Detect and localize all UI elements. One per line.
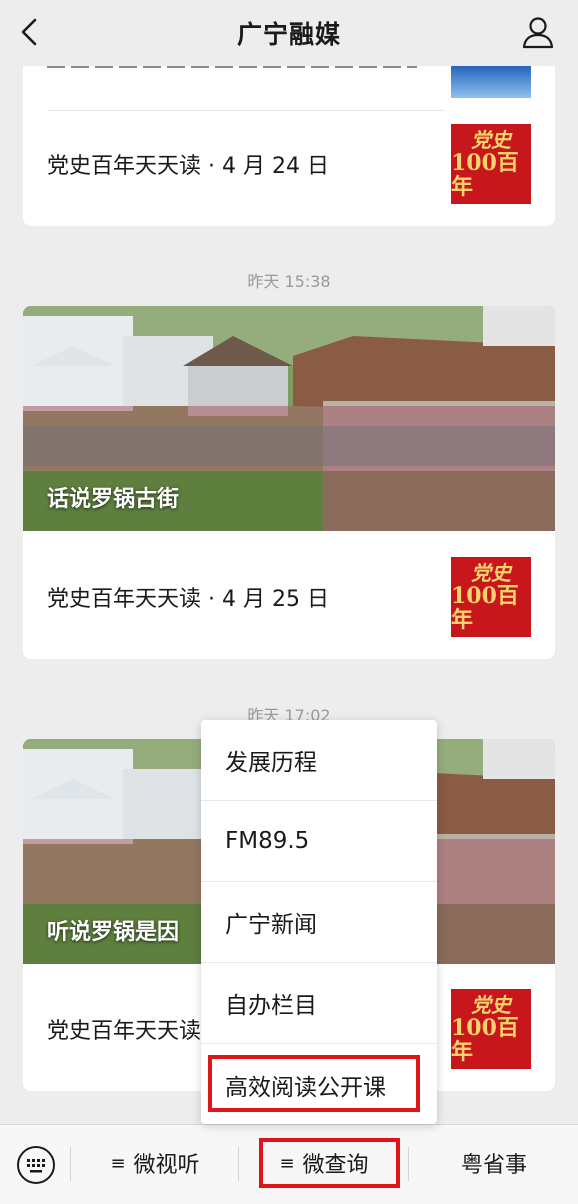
- thumb-text: 党史: [471, 560, 511, 585]
- menu-item-reading-course[interactable]: 高效阅读公开课: [201, 1044, 437, 1125]
- article-title: 党史百年天天读: [47, 1018, 202, 1044]
- menu-icon: ≡: [110, 1152, 126, 1174]
- party-history-thumbnail: 党史 100百年: [451, 556, 531, 637]
- keyboard-icon[interactable]: [16, 1145, 56, 1185]
- nav-header: 广宁融媒: [0, 0, 578, 66]
- divider: [238, 1147, 239, 1181]
- chevron-left-icon[interactable]: [14, 14, 46, 50]
- tab-label: 微视听: [133, 1153, 200, 1178]
- party-history-thumbnail: 党史 100百年: [451, 123, 531, 204]
- tab-label: 粤省事: [460, 1153, 527, 1178]
- user-icon[interactable]: [520, 14, 556, 50]
- thumb-text: 100百年: [451, 149, 519, 200]
- thumb-text: 100百年: [451, 1014, 519, 1065]
- article-cover-title: 话说罗锅古街: [47, 487, 180, 512]
- party-history-thumbnail: 党史 100百年: [451, 988, 531, 1069]
- page-title: 广宁融媒: [236, 20, 341, 49]
- article-card-2[interactable]: 话说罗锅古街 党史百年天天读 · 4 月 25 日 党史 100百年: [23, 306, 555, 659]
- tab-weichaxun[interactable]: ≡ 微查询: [240, 1125, 408, 1201]
- menu-item-guangning-news[interactable]: 广宁新闻: [201, 882, 437, 963]
- article-row[interactable]: 党史百年天天读 · 4 月 24 日 党史 100百年: [23, 101, 555, 226]
- thumb-text: 100百年: [451, 582, 519, 633]
- thumb-text: 党史: [471, 127, 511, 152]
- tab-weishiting[interactable]: ≡ 微视听: [72, 1125, 238, 1201]
- thumb-text: 党史: [471, 992, 511, 1017]
- article-title: 党史百年天天读 · 4 月 24 日: [47, 153, 329, 179]
- message-timestamp: 昨天 15:38: [247, 272, 331, 291]
- submenu-popup: 发展历程 FM89.5 广宁新闻 自办栏目 高效阅读公开课: [201, 720, 437, 1124]
- menu-icon: ≡: [279, 1152, 295, 1174]
- article-row[interactable]: 党史百年天天读 · 4 月 25 日 党史 100百年: [23, 534, 555, 659]
- article-cover-image[interactable]: 话说罗锅古街: [23, 306, 555, 531]
- menu-item-development-history[interactable]: 发展历程: [201, 720, 437, 801]
- divider: [70, 1147, 71, 1181]
- article-title: 党史百年天天读 · 4 月 25 日: [47, 586, 329, 612]
- bottom-menu-bar: ≡ 微视听 ≡ 微查询 粤省事: [0, 1124, 578, 1204]
- article-cover-title: 听说罗锅是因: [47, 920, 180, 945]
- tab-label: 微查询: [302, 1153, 369, 1178]
- menu-item-fm[interactable]: FM89.5: [201, 801, 437, 882]
- tab-yueshengshi[interactable]: 粤省事: [410, 1125, 578, 1201]
- divider: [408, 1147, 409, 1181]
- menu-item-self-run-columns[interactable]: 自办栏目: [201, 963, 437, 1044]
- article-thumbnail: [451, 64, 531, 98]
